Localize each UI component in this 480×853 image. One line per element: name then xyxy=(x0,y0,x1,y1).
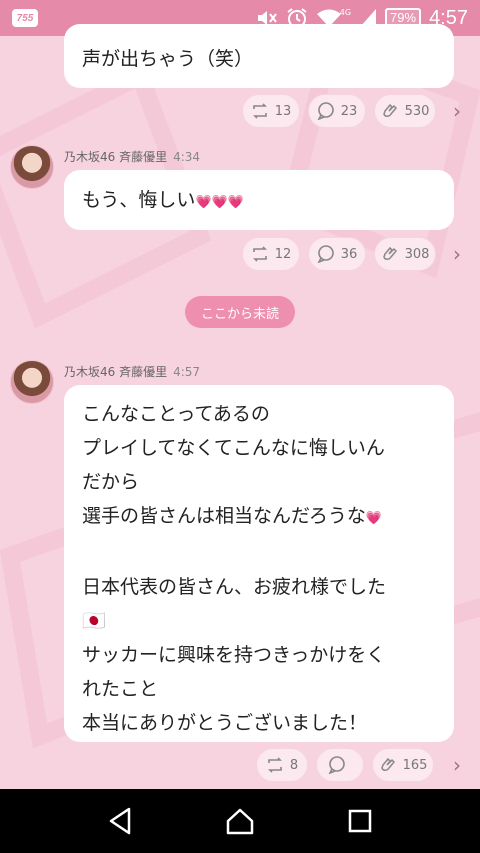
clap-icon xyxy=(379,756,397,774)
message-bubble: こんなことってあるの プレイしてなくてこんなに悔しいん だから 選手の皆さんは相… xyxy=(64,385,454,742)
message-line: だから xyxy=(82,471,140,493)
message-line: 声が出ちゃう（笑） xyxy=(82,48,254,70)
flag-emoji: 🇯🇵 xyxy=(82,610,106,632)
clap-icon xyxy=(381,102,399,120)
message-actions: 8 165 xyxy=(256,748,434,782)
message-actions: 13 23 530 xyxy=(242,94,436,128)
message-line: 日本代表の皆さん、お疲れ様でした xyxy=(82,576,387,598)
message-bubble: もう、悔しい💗💗💗 xyxy=(64,170,454,230)
comment-icon xyxy=(317,245,335,263)
message-bubble: 声が出ちゃう（笑） xyxy=(64,24,454,88)
repost-count: 13 xyxy=(274,103,292,119)
comment-button[interactable]: 23 xyxy=(308,94,366,128)
repost-icon xyxy=(251,246,269,262)
avatar[interactable] xyxy=(10,360,54,404)
clap-count: 530 xyxy=(404,103,430,119)
chevron-right-icon[interactable]: › xyxy=(453,753,461,777)
comment-count: 36 xyxy=(340,246,358,262)
clap-button[interactable]: 308 xyxy=(374,237,436,271)
app-badge: 755 xyxy=(12,9,38,27)
message-line xyxy=(82,536,436,570)
comment-count: 23 xyxy=(340,103,358,119)
message-actions: 12 36 308 xyxy=(242,237,436,271)
sender-name: 乃木坂46 斉藤優里 xyxy=(64,365,168,379)
repost-icon xyxy=(266,757,284,773)
sender-name: 乃木坂46 斉藤優里 xyxy=(64,150,168,164)
repost-button[interactable]: 12 xyxy=(242,237,300,271)
clap-count: 308 xyxy=(404,246,430,262)
sender-info: 乃木坂46 斉藤優里 4:57 xyxy=(64,363,200,380)
repost-button[interactable]: 8 xyxy=(256,748,308,782)
message-time: 4:57 xyxy=(173,365,201,379)
avatar[interactable] xyxy=(10,145,54,189)
clap-button[interactable]: 530 xyxy=(374,94,436,128)
message-line: 選手の皆さんは相当なんだろうな💗 xyxy=(82,505,383,527)
recent-apps-icon xyxy=(348,809,372,833)
repost-count: 8 xyxy=(289,757,299,773)
comment-icon xyxy=(328,756,346,774)
heart-emoji-icon: 💗💗💗 xyxy=(195,195,244,210)
sender-info: 乃木坂46 斉藤優里 4:34 xyxy=(64,148,200,165)
heart-emoji-icon: 💗 xyxy=(365,511,383,526)
message-line: プレイしてなくてこんなに悔しいん xyxy=(82,437,385,459)
message-line: サッカーに興味を持つきっかけをく xyxy=(82,644,386,666)
chevron-right-icon[interactable]: › xyxy=(453,242,461,266)
comment-button[interactable] xyxy=(316,748,364,782)
message-time: 4:34 xyxy=(173,150,201,164)
navigation-bar xyxy=(0,789,480,853)
clap-icon xyxy=(381,245,399,263)
chevron-right-icon[interactable]: › xyxy=(453,99,461,123)
message-line: こんなことってあるの xyxy=(82,403,270,425)
back-button[interactable] xyxy=(100,801,140,841)
repost-icon xyxy=(251,103,269,119)
network-type: 4G xyxy=(339,7,352,17)
clap-count: 165 xyxy=(402,757,428,773)
message-line: 本当にありがとうございました！ xyxy=(82,712,368,734)
repost-button[interactable]: 13 xyxy=(242,94,300,128)
recent-apps-button[interactable] xyxy=(340,801,380,841)
message-line: もう、悔しい💗💗💗 xyxy=(82,189,244,211)
back-icon xyxy=(109,807,131,835)
comment-button[interactable]: 36 xyxy=(308,237,366,271)
unread-divider: ここから未読 xyxy=(185,296,295,328)
message-line: れたこと xyxy=(82,678,159,700)
home-button[interactable] xyxy=(220,801,260,841)
comment-icon xyxy=(317,102,335,120)
home-icon xyxy=(226,808,254,835)
clap-button[interactable]: 165 xyxy=(372,748,434,782)
repost-count: 12 xyxy=(274,246,292,262)
